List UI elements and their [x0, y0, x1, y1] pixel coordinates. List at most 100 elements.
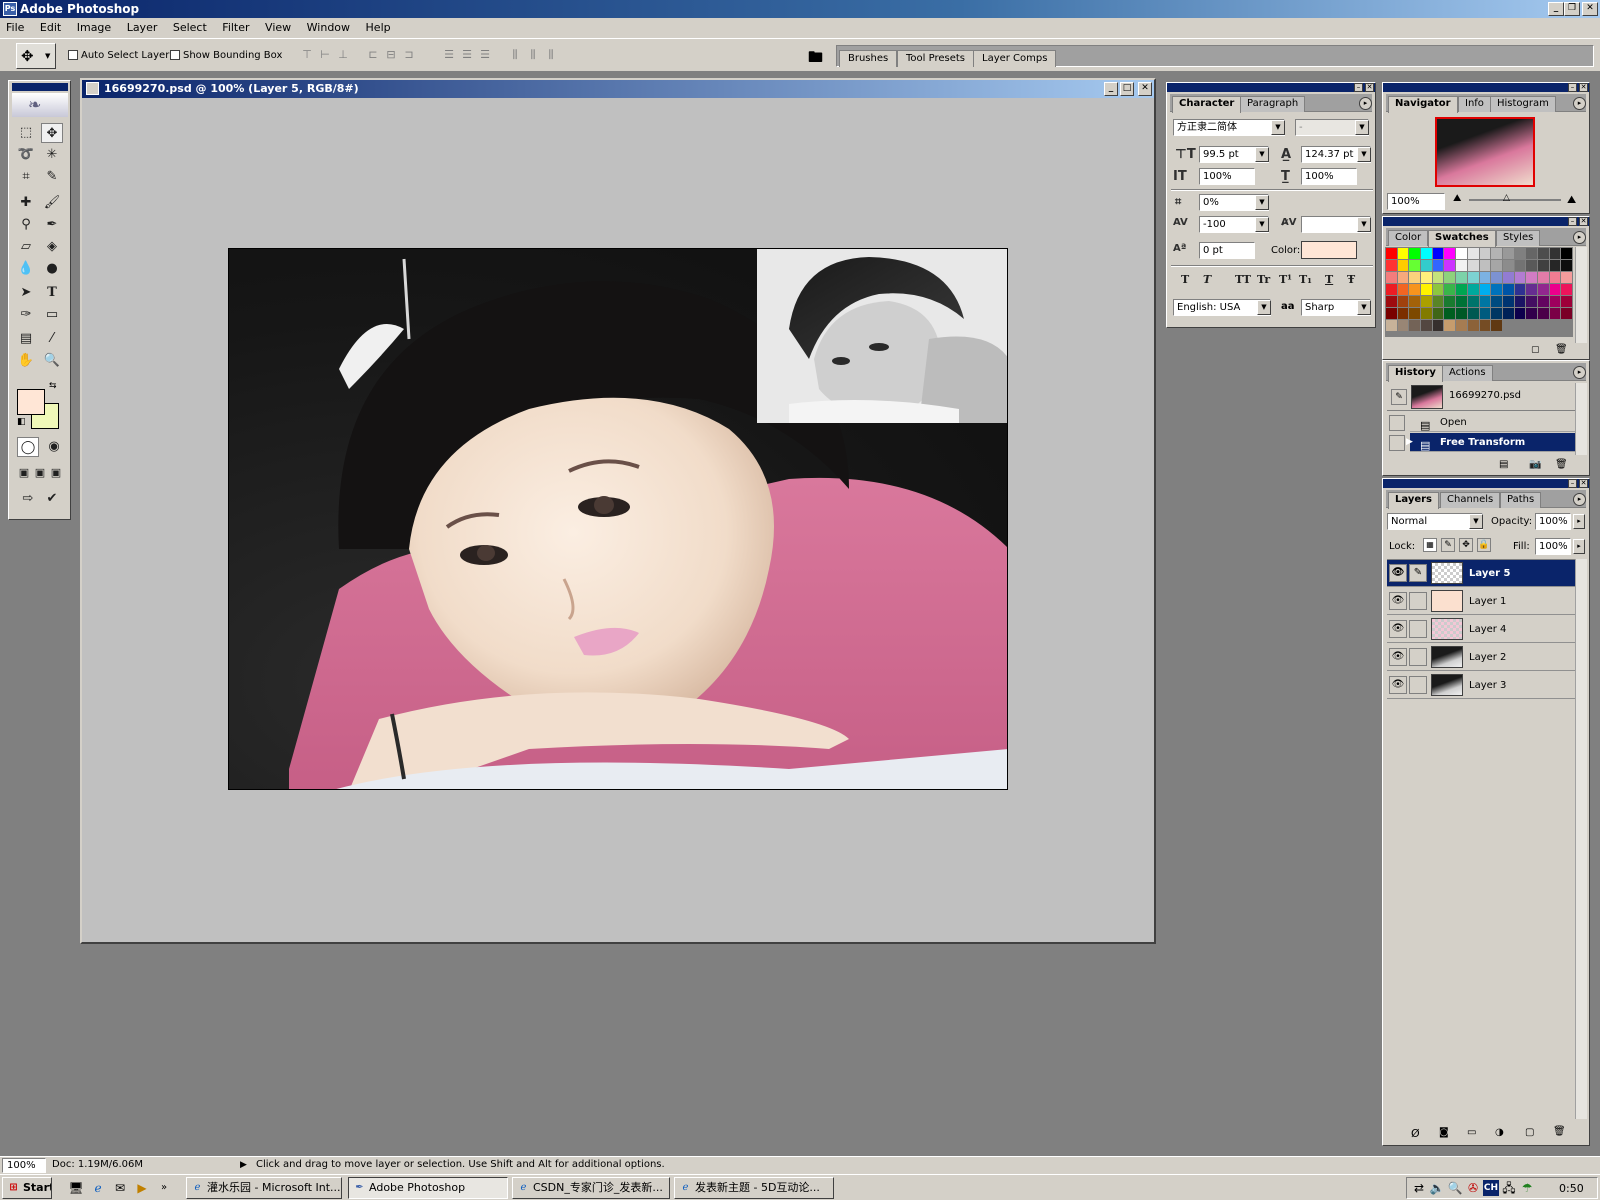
color-swatch[interactable]: [1444, 308, 1456, 319]
panel-minimize-button[interactable]: –: [1568, 217, 1577, 226]
color-swatch[interactable]: [1432, 320, 1444, 331]
new-layer-icon[interactable]: ▢: [1525, 1127, 1534, 1138]
menu-edit[interactable]: Edit: [34, 18, 67, 38]
color-swatch[interactable]: [1432, 248, 1444, 259]
color-swatch[interactable]: [1561, 260, 1572, 271]
color-swatch[interactable]: [1456, 296, 1467, 307]
media-player-icon[interactable]: ▶: [134, 1180, 150, 1196]
menu-select[interactable]: Select: [167, 18, 213, 38]
input-language-icon[interactable]: CH: [1483, 1180, 1499, 1196]
bounding-box-checkbox[interactable]: [170, 50, 180, 60]
font-family-field[interactable]: 方正隶二简体: [1173, 119, 1285, 136]
align-vcenter-icon[interactable]: ⊢: [318, 48, 332, 62]
distribute-right-icon[interactable]: ⫼: [544, 48, 558, 62]
color-swatch[interactable]: [1479, 308, 1491, 319]
layer-row-layer-1[interactable]: 👁 Layer 1: [1387, 588, 1575, 615]
panel-close-button[interactable]: ✕: [1579, 479, 1588, 488]
color-swatch[interactable]: [1549, 248, 1561, 259]
panel-minimize-button[interactable]: –: [1568, 479, 1577, 488]
color-swatch[interactable]: [1421, 320, 1432, 331]
underline-button[interactable]: T: [1325, 273, 1333, 286]
history-scrollbar[interactable]: [1575, 383, 1587, 455]
tab-channels[interactable]: Channels: [1440, 492, 1501, 508]
distribute-top-icon[interactable]: ☰: [442, 48, 456, 62]
swatch-grid[interactable]: [1385, 247, 1573, 337]
tray-app-icon[interactable]: 🖧: [1501, 1180, 1517, 1196]
align-bottom-icon[interactable]: ⊥: [336, 48, 350, 62]
color-swatch[interactable]: [1537, 284, 1549, 295]
color-swatch[interactable]: [1456, 308, 1467, 319]
layer-link-slot[interactable]: [1409, 676, 1427, 694]
eraser-tool-icon[interactable]: ▱: [15, 237, 37, 257]
tab-actions[interactable]: Actions: [1442, 365, 1493, 381]
color-swatch[interactable]: [1561, 248, 1572, 259]
distribute-left-icon[interactable]: ⫼: [508, 48, 522, 62]
lock-all-icon[interactable]: 🔒: [1477, 538, 1491, 552]
tracking-dropdown[interactable]: ▼: [1255, 217, 1269, 232]
well-tab-layer-comps[interactable]: Layer Comps: [973, 50, 1057, 67]
color-swatch[interactable]: [1444, 260, 1456, 271]
layer-link-slot[interactable]: [1409, 620, 1427, 638]
visibility-eye-icon[interactable]: 👁: [1389, 592, 1407, 610]
status-menu-arrow-icon[interactable]: ▶: [240, 1157, 247, 1173]
align-top-icon[interactable]: ⊤: [300, 48, 314, 62]
type-tool-icon[interactable]: T: [41, 283, 63, 303]
menu-help[interactable]: Help: [360, 18, 397, 38]
color-swatch[interactable]: [1432, 296, 1444, 307]
standard-mode-icon[interactable]: ◯: [17, 437, 39, 457]
clone-stamp-tool-icon[interactable]: ⚲: [15, 215, 37, 235]
task-button-ie[interactable]: ℯ 灌水乐园 - Microsoft Int...: [186, 1177, 342, 1199]
tab-swatches[interactable]: Swatches: [1428, 230, 1496, 247]
eyedropper-tool-icon[interactable]: ⁄: [41, 329, 63, 349]
magic-wand-tool-icon[interactable]: ✳: [41, 145, 63, 165]
color-swatch[interactable]: [1514, 296, 1526, 307]
color-swatch[interactable]: [1491, 284, 1502, 295]
color-swatch[interactable]: [1526, 296, 1537, 307]
faux-italic-button[interactable]: T: [1203, 273, 1211, 286]
small-caps-button[interactable]: Tr: [1257, 273, 1270, 286]
align-hcenter-icon[interactable]: ⊟: [384, 48, 398, 62]
search-icon[interactable]: 🔍: [1447, 1180, 1463, 1196]
align-right-icon[interactable]: ⊐: [402, 48, 416, 62]
panel-menu-icon[interactable]: ▸: [1573, 493, 1586, 506]
visibility-eye-icon[interactable]: 👁: [1389, 648, 1407, 666]
color-swatch[interactable]: [1549, 260, 1561, 271]
full-screen-mode-icon[interactable]: ▣: [45, 463, 67, 483]
tab-info[interactable]: Info: [1458, 96, 1491, 112]
auto-select-checkbox[interactable]: [68, 50, 78, 60]
menu-view[interactable]: View: [259, 18, 297, 38]
notes-tool-icon[interactable]: ▤: [15, 329, 37, 349]
panel-close-button[interactable]: ✕: [1365, 83, 1374, 92]
baseline-shift-field[interactable]: 0 pt: [1199, 242, 1255, 259]
color-swatch[interactable]: [1409, 260, 1421, 271]
color-swatch[interactable]: [1444, 284, 1456, 295]
color-swatch[interactable]: [1421, 272, 1432, 283]
color-swatch[interactable]: [1467, 284, 1479, 295]
well-tab-tool-presets[interactable]: Tool Presets: [897, 50, 974, 67]
history-item-free-transform[interactable]: ▶ ▤ Free Transform: [1406, 433, 1575, 452]
tab-character[interactable]: Character: [1172, 96, 1242, 113]
color-swatch[interactable]: [1502, 284, 1514, 295]
well-tab-brushes[interactable]: Brushes: [839, 50, 898, 67]
color-swatch[interactable]: [1537, 308, 1549, 319]
align-left-icon[interactable]: ⊏: [366, 48, 380, 62]
volume-icon[interactable]: 🔈: [1429, 1180, 1445, 1196]
subscript-button[interactable]: T₁: [1299, 273, 1312, 286]
visibility-eye-icon[interactable]: 👁: [1389, 676, 1407, 694]
color-swatch[interactable]: [1386, 260, 1397, 271]
color-swatch[interactable]: [1397, 248, 1409, 259]
zoom-tool-icon[interactable]: 🔍: [41, 351, 63, 371]
navigator-thumbnail[interactable]: [1435, 117, 1535, 187]
color-swatch[interactable]: [1397, 308, 1409, 319]
color-swatch[interactable]: [1526, 284, 1537, 295]
blend-mode-dropdown[interactable]: ▼: [1469, 514, 1483, 529]
color-swatch[interactable]: [1479, 284, 1491, 295]
tab-paragraph[interactable]: Paragraph: [1240, 96, 1306, 112]
color-swatch[interactable]: [1386, 296, 1397, 307]
color-swatch[interactable]: [1561, 308, 1572, 319]
color-swatch[interactable]: [1526, 260, 1537, 271]
kerning-dropdown[interactable]: ▼: [1357, 217, 1371, 232]
layer-link-slot[interactable]: [1409, 648, 1427, 666]
doc-maximize-button[interactable]: □: [1120, 82, 1134, 96]
menu-filter[interactable]: Filter: [216, 18, 255, 38]
